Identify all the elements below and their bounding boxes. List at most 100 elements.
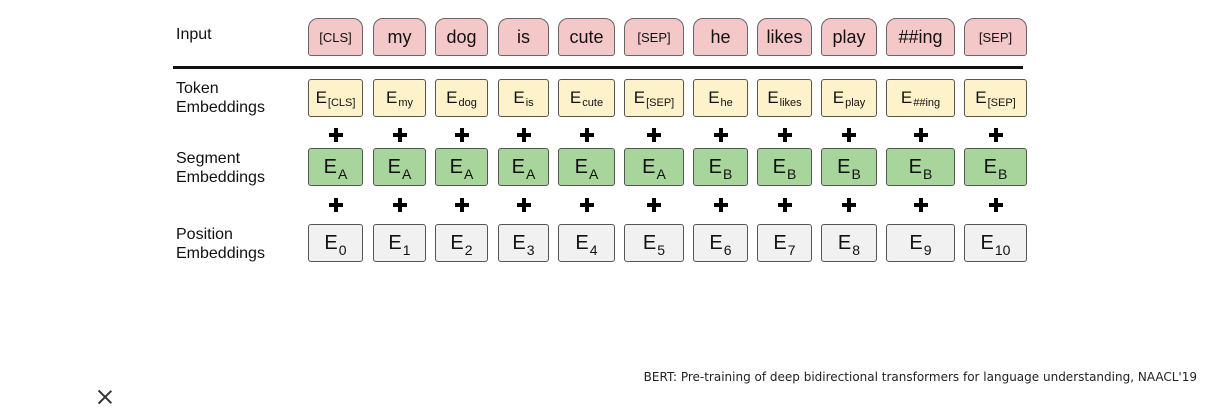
embedding-symbol: E <box>832 88 845 107</box>
position-embeddings-cell: E0 <box>308 224 363 262</box>
input-tokens-cell: is <box>498 18 549 56</box>
embedding-symbol: E <box>773 231 787 254</box>
token-embeddings-cell: Edog <box>435 79 488 117</box>
position-embeddings-cell: E9 <box>886 224 955 262</box>
input-tokens-cell: dog <box>435 18 488 56</box>
plus-icon <box>777 197 793 213</box>
embedding-subscript: A <box>338 166 348 182</box>
close-icon[interactable] <box>96 388 114 406</box>
embedding-symbol: E <box>708 155 722 178</box>
plus-icon <box>713 197 729 213</box>
segment-embeddings-cell: EA <box>624 148 684 186</box>
token-embeddings-cell: Eplay <box>821 79 877 117</box>
embedding-symbol: E <box>767 88 779 107</box>
token-embeddings-cell: Ecute <box>558 79 615 117</box>
token-embeddings-label: Token Embeddings <box>176 79 265 117</box>
position-label-line2: Embeddings <box>176 245 265 262</box>
embedding-subscript: 4 <box>589 242 598 258</box>
position-embeddings-label: Position Embeddings <box>176 225 265 263</box>
plus-icon <box>392 127 408 143</box>
segment-embeddings-label: Segment Embeddings <box>176 149 265 187</box>
plus-row-1 <box>308 127 1028 143</box>
embedding-subscript: 6 <box>723 242 732 258</box>
embedding-symbol: E <box>387 155 401 178</box>
embedding-subscript: [SEP] <box>987 97 1016 109</box>
plus-icon <box>646 127 662 143</box>
segment-embeddings-cell: EB <box>886 148 955 186</box>
token-embeddings-cell: Emy <box>373 79 426 117</box>
embedding-subscript: B <box>998 166 1008 182</box>
plus-icon <box>516 197 532 213</box>
plus-icon <box>392 197 408 213</box>
token-label-line2: Embeddings <box>176 99 265 116</box>
embedding-subscript: 7 <box>787 242 796 258</box>
token-embeddings-cell: Elikes <box>757 79 812 117</box>
divider <box>173 66 1023 69</box>
embedding-subscript: [CLS] <box>327 97 356 109</box>
embedding-symbol: E <box>642 155 656 178</box>
embedding-symbol: E <box>575 231 589 254</box>
embedding-symbol: E <box>908 155 922 178</box>
position-embeddings-cell: E3 <box>498 224 549 262</box>
embedding-subscript: B <box>787 166 797 182</box>
plus-icon <box>454 197 470 213</box>
embedding-subscript: 0 <box>338 242 347 258</box>
embedding-symbol: E <box>837 155 851 178</box>
position-embeddings-cell: E7 <box>757 224 812 262</box>
position-embeddings-cell: E 10 <box>964 224 1027 262</box>
embedding-subscript: B <box>851 166 861 182</box>
embedding-symbol: E <box>574 155 588 178</box>
segment-embeddings-cell: EA <box>308 148 363 186</box>
embedding-subscript: 2 <box>464 242 473 258</box>
plus-icon <box>579 197 595 213</box>
embedding-symbol: E <box>983 155 997 178</box>
embedding-subscript: A <box>464 166 474 182</box>
plus-icon <box>328 127 344 143</box>
plus-row-2 <box>308 197 1028 213</box>
citation: BERT: Pre-training of deep bidirectional… <box>643 370 1197 384</box>
plus-icon <box>777 127 793 143</box>
segment-embeddings-cell: EB <box>693 148 748 186</box>
segment-embeddings-cell: EB <box>757 148 812 186</box>
input-tokens-cell: [SEP] <box>624 18 684 56</box>
position-embeddings-cell: E2 <box>435 224 488 262</box>
segment-embeddings-cell: EA <box>373 148 426 186</box>
position-embeddings-cell: E6 <box>693 224 748 262</box>
embedding-subscript: [SEP] <box>646 97 675 109</box>
input-tokens-cell: likes <box>757 18 812 56</box>
input-tokens-cell: [SEP] <box>964 18 1027 56</box>
embedding-symbol: E <box>511 155 525 178</box>
embedding-subscript: my <box>398 97 413 109</box>
token-embeddings-cell: E [CLS] <box>308 79 363 117</box>
token-label-line1: Token <box>176 80 219 97</box>
embedding-symbol: E <box>708 88 720 107</box>
embedding-symbol: E <box>450 231 464 254</box>
plus-icon <box>988 197 1004 213</box>
plus-icon <box>516 127 532 143</box>
token-embeddings-cell: Eis <box>498 79 549 117</box>
input-tokens-cell: he <box>693 18 748 56</box>
embedding-subscript: A <box>589 166 599 182</box>
segment-embeddings-cell: EA <box>498 148 549 186</box>
plus-icon <box>454 127 470 143</box>
position-embeddings-cell: E5 <box>624 224 684 262</box>
embedding-subscript: likes <box>779 97 802 109</box>
embedding-symbol: E <box>633 88 646 107</box>
embedding-symbol: E <box>512 231 526 254</box>
plus-icon <box>328 197 344 213</box>
embedding-symbol: E <box>772 155 786 178</box>
embedding-subscript: 8 <box>852 242 861 258</box>
plus-icon <box>913 197 929 213</box>
input-tokens-cell: [CLS] <box>308 18 363 56</box>
embedding-symbol: E <box>449 155 463 178</box>
input-row: [CLS] my dog is cute [SEP] he likes play ##ing [SE… <box>308 18 1028 58</box>
plus-icon <box>841 197 857 213</box>
plus-icon <box>988 127 1004 143</box>
embedding-symbol: E <box>569 88 582 107</box>
segment-embeddings-cell: EA <box>558 148 615 186</box>
position-embeddings-row: E 0 E 1 E 2 E 3 E 4 E 5 E 6 E 7 E 8 E 9 E 10 <box>308 224 1028 264</box>
embedding-subscript: B <box>923 166 933 182</box>
segment-embeddings-row: EAEAEAEAEAEAEBEBEBEBEB <box>308 148 1028 188</box>
embedding-subscript: 10 <box>994 242 1011 258</box>
embedding-symbol: E <box>980 231 994 254</box>
